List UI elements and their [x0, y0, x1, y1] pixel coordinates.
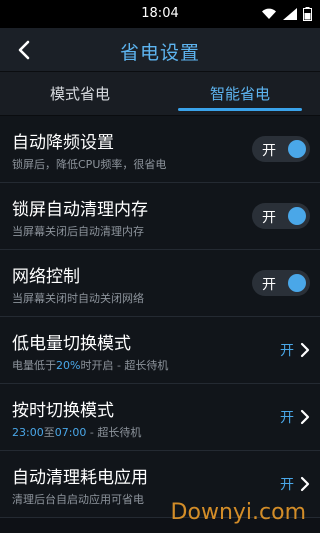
timed-mode-entry[interactable]: 开: [280, 407, 310, 427]
status-bar: 18:04: [0, 0, 320, 28]
desc-highlight: 20%: [56, 359, 81, 372]
setting-desc: 电量低于20%时开启 - 超长待机: [12, 357, 168, 373]
toggle-label: 开: [262, 277, 276, 293]
toggle-knob: [288, 274, 306, 292]
setting-value: 开: [280, 410, 294, 426]
setting-row-lock-clean-memory[interactable]: 锁屏自动清理内存 当屏幕关闭后自动清理内存 开: [0, 183, 320, 250]
setting-row-network-control[interactable]: 网络控制 当屏幕关闭时自动关闭网络 开: [0, 250, 320, 317]
tab-mode-saving[interactable]: 模式省电: [0, 72, 160, 115]
setting-desc: 当屏幕关闭后自动清理内存: [12, 225, 144, 238]
setting-desc: 清理后台自启动应用可省电: [12, 493, 144, 506]
desc-highlight: 07:00: [54, 426, 87, 439]
setting-title: 低电量切换模式: [12, 334, 131, 354]
desc-highlight: 23:00: [12, 426, 44, 439]
network-control-toggle[interactable]: 开: [252, 270, 310, 296]
toggle-knob: [288, 207, 306, 225]
desc-text: 至: [43, 426, 55, 439]
chevron-right-icon: [300, 342, 310, 358]
auto-clean-apps-entry[interactable]: 开: [280, 474, 310, 494]
setting-row-low-battery-mode[interactable]: 低电量切换模式 电量低于20%时开启 - 超长待机 开: [0, 317, 320, 384]
chevron-right-icon: [300, 409, 310, 425]
chevron-right-icon: [300, 476, 310, 492]
desc-text: 电量低于: [12, 359, 56, 372]
desc-text: - 超长待机: [86, 426, 142, 439]
setting-title: 自动降频设置: [12, 133, 114, 153]
setting-title: 锁屏自动清理内存: [12, 200, 148, 220]
tab-smart-saving[interactable]: 智能省电: [160, 72, 320, 115]
auto-downclock-toggle[interactable]: 开: [252, 136, 310, 162]
toggle-label: 开: [262, 143, 276, 159]
setting-row-auto-downclock[interactable]: 自动降频设置 锁屏后，降低CPU频率，很省电 开: [0, 116, 320, 183]
tab-bar: 模式省电 智能省电: [0, 72, 320, 116]
toggle-knob: [288, 140, 306, 158]
status-icons: [261, 7, 312, 21]
setting-value: 开: [280, 343, 294, 359]
setting-desc: 当屏幕关闭时自动关闭网络: [12, 292, 144, 305]
lock-clean-memory-toggle[interactable]: 开: [252, 203, 310, 229]
setting-title: 网络控制: [12, 267, 80, 287]
watermark-text: Downyi.com: [170, 500, 306, 525]
page-title: 省电设置: [119, 42, 200, 64]
setting-title: 自动清理耗电应用: [12, 468, 148, 488]
setting-desc: 锁屏后，降低CPU频率，很省电: [12, 158, 167, 171]
app-header: 省电设置: [0, 28, 320, 72]
setting-value: 开: [280, 477, 294, 493]
setting-row-timed-mode[interactable]: 按时切换模式 23:00至07:00 - 超长待机 开: [0, 384, 320, 451]
setting-desc: 23:00至07:00 - 超长待机: [12, 424, 141, 440]
setting-title: 按时切换模式: [12, 401, 114, 421]
battery-icon: [303, 7, 312, 21]
toggle-label: 开: [262, 210, 276, 226]
wifi-icon: [262, 8, 276, 19]
desc-text: 时开启 - 超长待机: [80, 359, 169, 372]
signal-icon: [283, 8, 297, 20]
low-battery-mode-entry[interactable]: 开: [280, 340, 310, 360]
settings-list: 自动降频设置 锁屏后，降低CPU频率，很省电 开 锁屏自动清理内存 当屏幕关闭后…: [0, 116, 320, 518]
